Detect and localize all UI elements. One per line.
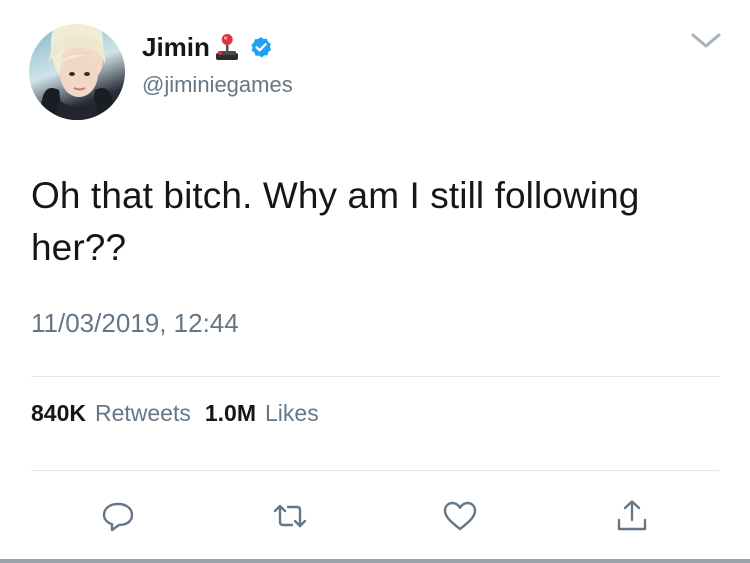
likes-label: Likes: [265, 400, 319, 426]
divider: [31, 376, 719, 377]
user-handle[interactable]: @jiminiegames: [142, 72, 293, 98]
retweet-icon: [273, 504, 307, 528]
chevron-down-icon[interactable]: [690, 31, 722, 51]
joystick-icon: [215, 34, 238, 60]
bottom-border: [0, 559, 750, 563]
retweets-label: Retweets: [94, 400, 191, 426]
like-button[interactable]: [442, 498, 478, 534]
reply-button[interactable]: [100, 498, 136, 534]
display-name[interactable]: Jimin: [142, 32, 210, 63]
tweet-text: Oh that bitch. Why am I still following …: [31, 175, 640, 268]
verified-badge-icon: [251, 37, 271, 58]
retweet-button[interactable]: [272, 498, 308, 534]
likes-stat[interactable]: 1.0M Likes: [205, 400, 319, 427]
tweet-stats: 840K Retweets 1.0M Likes: [31, 400, 323, 427]
tweet-timestamp[interactable]: 11/03/2019, 12:44: [31, 308, 239, 339]
user-name-row[interactable]: Jimin: [142, 30, 272, 64]
retweets-stat[interactable]: 840K Retweets: [31, 400, 191, 427]
share-icon: [617, 500, 647, 531]
likes-count: 1.0M: [204, 400, 256, 426]
avatar[interactable]: [29, 24, 125, 120]
divider: [31, 470, 719, 471]
retweets-count: 840K: [31, 400, 86, 426]
like-icon: [443, 501, 477, 531]
reply-icon: [102, 502, 134, 532]
share-button[interactable]: [614, 498, 650, 534]
